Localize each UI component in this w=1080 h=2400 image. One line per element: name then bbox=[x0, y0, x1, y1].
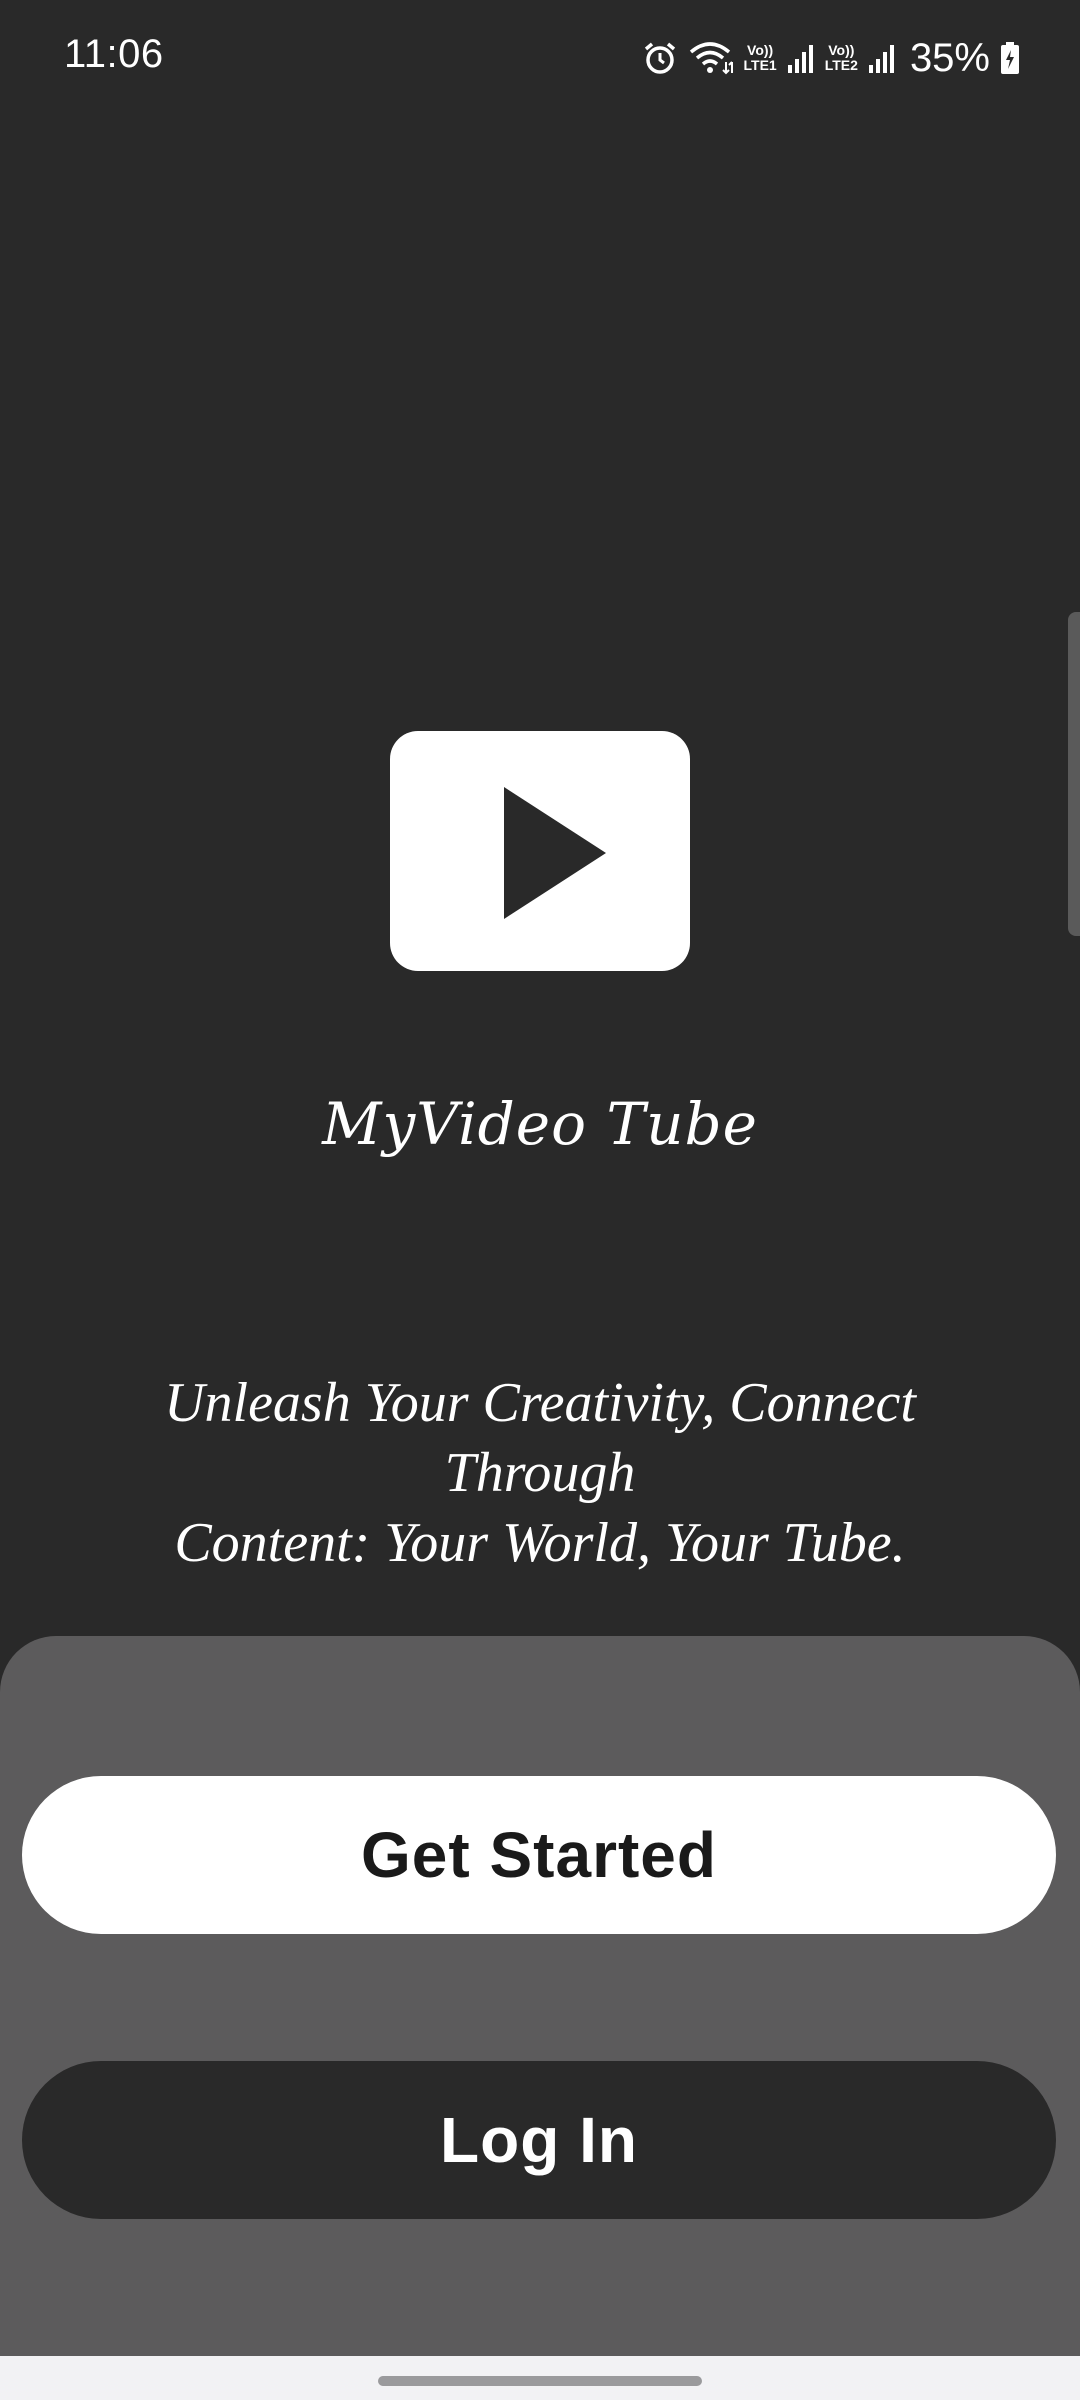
get-started-button[interactable]: Get Started bbox=[22, 1776, 1056, 1934]
sim1-lte-label: LTE1 bbox=[743, 57, 777, 73]
sim1-volte-label: Vo)) bbox=[747, 42, 774, 58]
app-name: MyVideo Tube bbox=[322, 1090, 758, 1158]
sim2-lte-label: LTE2 bbox=[824, 57, 858, 73]
tagline-line-2: Content: Your World, Your Tube. bbox=[174, 1512, 906, 1574]
log-in-button[interactable]: Log In bbox=[22, 2061, 1056, 2219]
navigation-bar bbox=[0, 2356, 1080, 2400]
status-bar: 11:06 Vo)) LTE1 Vo)) LTE2 35% bbox=[0, 0, 1080, 120]
tagline-line-1: Unleash Your Creativity, Connect Through bbox=[164, 1372, 916, 1504]
volte-lte2-icon: Vo)) LTE2 bbox=[825, 43, 858, 73]
status-icons: Vo)) LTE1 Vo)) LTE2 35% bbox=[642, 30, 1020, 86]
volte-lte1-icon: Vo)) LTE1 bbox=[744, 43, 777, 73]
status-time: 11:06 bbox=[64, 32, 164, 76]
tagline: Unleash Your Creativity, Connect Through… bbox=[80, 1368, 1000, 1578]
welcome-screen: 11:06 Vo)) LTE1 Vo)) LTE2 35% MyVideo Tu… bbox=[0, 0, 1080, 2400]
play-icon bbox=[504, 787, 606, 919]
home-gesture-handle[interactable] bbox=[378, 2376, 702, 2386]
alarm-icon bbox=[642, 40, 678, 76]
battery-percent: 35% bbox=[909, 35, 990, 80]
signal-icon bbox=[787, 43, 815, 73]
sim2-volte-label: Vo)) bbox=[828, 42, 855, 58]
action-sheet: Get Started Log In bbox=[0, 1636, 1080, 2356]
signal-icon bbox=[868, 43, 896, 73]
wifi-icon bbox=[688, 40, 734, 76]
battery-charging-icon bbox=[1000, 41, 1020, 75]
edge-panel-handle[interactable] bbox=[1068, 612, 1080, 936]
app-logo bbox=[390, 731, 690, 971]
